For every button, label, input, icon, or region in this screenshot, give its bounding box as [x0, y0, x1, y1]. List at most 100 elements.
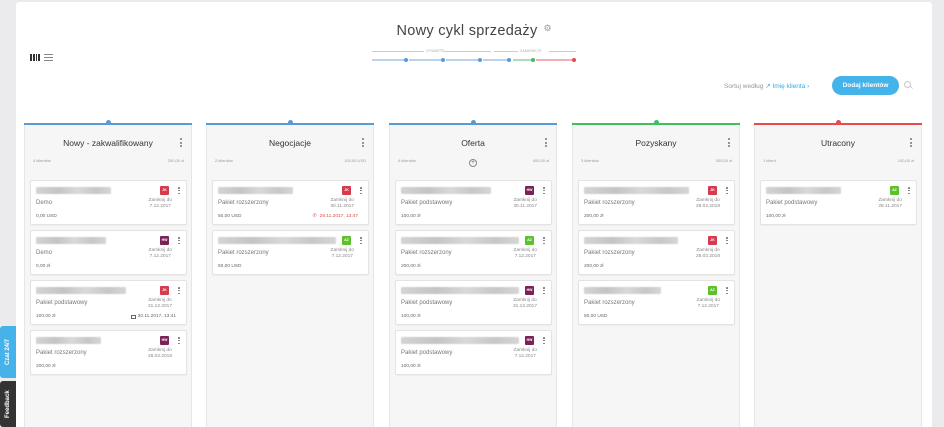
column-menu-icon[interactable]	[545, 138, 547, 147]
card-product: Pakiet podstawowy	[401, 300, 453, 306]
add-card-icon[interactable]: +	[469, 159, 477, 167]
deal-card[interactable]: HW Demo Zamknij do 7.12.2017 0,00 zł	[30, 230, 187, 275]
column-color-bar	[572, 120, 740, 125]
owner-badge: JK	[160, 186, 169, 195]
deal-card[interactable]: JK Pakiet rozszerzony Zamknij do 28.02.20…	[578, 180, 735, 225]
close-date-value: 31.12.2017	[147, 304, 172, 309]
card-close-date: Zamknij do 7.12.2017	[331, 248, 354, 260]
card-value: 200,00 zł	[584, 264, 604, 269]
list-view-icon[interactable]	[44, 54, 53, 61]
stage-segment	[513, 57, 535, 62]
deal-card[interactable]: HW Pakiet podstawowy Zamknij do 30.11.201…	[395, 180, 552, 225]
client-name-blurred[interactable]	[584, 237, 678, 244]
client-name-blurred[interactable]	[584, 287, 661, 294]
card-value: 100,00 zł	[36, 314, 56, 319]
client-name-blurred[interactable]	[401, 187, 491, 194]
deal-card[interactable]: AZ Pakiet podstawowy Zamknij do 28.11.201…	[760, 180, 917, 225]
deal-card[interactable]: JK Pakiet podstawowy Zamknij do 31.12.201…	[30, 280, 187, 325]
feedback-tab[interactable]: Feedback	[0, 381, 16, 427]
stage-label-open: OTWARTE	[426, 49, 445, 53]
card-product: Demo	[36, 250, 53, 256]
owner-badge: HW	[525, 186, 534, 195]
column-dot	[653, 120, 659, 125]
card-menu-icon[interactable]	[543, 187, 545, 195]
deal-card[interactable]: JK Demo Zamknij do 7.12.2017 0,00 USD	[30, 180, 187, 225]
column-menu-icon[interactable]	[180, 138, 182, 147]
client-name-blurred[interactable]	[584, 187, 689, 194]
kanban-view-icon[interactable]	[30, 54, 40, 61]
column-sum: 100,00 zł	[897, 158, 914, 163]
gear-icon[interactable]: ⚙	[544, 24, 552, 33]
close-date-value: 7.12.2017	[514, 354, 536, 359]
card-menu-icon[interactable]	[178, 337, 180, 345]
card-menu-icon[interactable]	[543, 237, 545, 245]
column-title: Pozyskany	[635, 138, 677, 148]
card-menu-icon[interactable]	[178, 237, 180, 245]
stage-label-closed: ZAMKNIĘTE	[520, 49, 542, 53]
card-product: Pakiet rozszerzony	[36, 350, 87, 356]
client-name-blurred[interactable]	[401, 237, 519, 244]
client-name-blurred[interactable]	[766, 187, 841, 194]
owner-badge: AZ	[708, 286, 717, 295]
card-menu-icon[interactable]	[908, 187, 910, 195]
column-menu-icon[interactable]	[728, 138, 730, 147]
owner-badge: HW	[525, 336, 534, 345]
card-activity: ✆ 28.11.2017, 13:47	[313, 214, 358, 220]
client-name-blurred[interactable]	[218, 237, 336, 244]
card-value: 200,00 zł	[36, 364, 56, 369]
column-dot	[470, 120, 476, 125]
card-menu-icon[interactable]	[360, 237, 362, 245]
deal-card[interactable]: AZ Pakiet rozszerzony Zamknij do 7.12.201…	[578, 280, 735, 325]
deal-card[interactable]: HW Pakiet rozszerzony Zamknij do 28.02.20…	[30, 330, 187, 375]
pipeline-column: Oferta 4 klientów 400,00 zł + HW Pakiet pod…	[389, 120, 557, 427]
deal-card[interactable]: AZ Pakiet rozszerzony Zamknij do 7.12.201…	[212, 230, 369, 275]
sort-value-link[interactable]: ↗ Imię klienta ›	[765, 83, 809, 90]
column-menu-icon[interactable]	[362, 138, 364, 147]
pipeline-column: Utracony 1 klient 100,00 zł AZ Pakiet pods…	[754, 120, 922, 427]
client-name-blurred[interactable]	[36, 187, 111, 194]
close-date-value: 28.11.2017	[878, 204, 902, 209]
stage-segment	[483, 57, 511, 62]
card-menu-icon[interactable]	[543, 337, 545, 345]
add-clients-button[interactable]: Dodaj klientów	[832, 76, 899, 95]
card-menu-icon[interactable]	[543, 287, 545, 295]
column-color-bar	[206, 120, 374, 125]
card-product: Demo	[36, 200, 53, 206]
deal-card[interactable]: HW Pakiet podstawowy Zamknij do 7.12.2017…	[395, 330, 552, 375]
card-value: 100,00 zł	[401, 314, 421, 319]
sort-control[interactable]: Sortuj według ↗ Imię klienta ›	[724, 82, 809, 90]
column-count: 2 klientów	[215, 158, 233, 163]
card-value: 200,00 zł	[401, 264, 421, 269]
card-product: Pakiet podstawowy	[401, 350, 453, 356]
card-menu-icon[interactable]	[726, 287, 728, 295]
column-sum: 300,00 zł	[715, 158, 732, 163]
client-name-blurred[interactable]	[36, 337, 101, 344]
page-title: Nowy cykl sprzedaży	[396, 23, 538, 39]
card-close-date: Zamknij do 7.12.2017	[514, 248, 537, 260]
client-name-blurred[interactable]	[36, 237, 106, 244]
deal-card[interactable]: AZ Pakiet rozszerzony Zamknij do 7.12.201…	[395, 230, 552, 275]
client-name-blurred[interactable]	[401, 287, 519, 294]
card-menu-icon[interactable]	[178, 287, 180, 295]
column-count: 4 klientów	[398, 158, 416, 163]
card-menu-icon[interactable]	[726, 187, 728, 195]
stage-line-closed-right	[549, 51, 576, 52]
close-date-value: 28.02.2018	[695, 204, 720, 209]
card-menu-icon[interactable]	[726, 237, 728, 245]
card-menu-icon[interactable]	[360, 187, 362, 195]
card-product: Pakiet rozszerzony	[584, 300, 635, 306]
client-name-blurred[interactable]	[401, 337, 519, 344]
card-menu-icon[interactable]	[178, 187, 180, 195]
close-date-value: 28.02.2018	[695, 254, 720, 259]
chat-tab[interactable]: Czat 24/7	[0, 326, 16, 378]
deal-card[interactable]: JK Pakiet rozszerzony Zamknij do 28.02.20…	[578, 230, 735, 275]
owner-badge: JK	[708, 236, 717, 245]
column-menu-icon[interactable]	[910, 138, 912, 147]
client-name-blurred[interactable]	[36, 287, 126, 294]
deal-card[interactable]: HW Pakiet podstawowy Zamknij do 31.12.201…	[395, 280, 552, 325]
pipeline-page: Nowy cykl sprzedaży ⚙ OTWARTE ZAMKNIĘTE S…	[16, 2, 932, 427]
card-close-date: Zamknij do 28.11.2017	[878, 198, 902, 210]
deal-card[interactable]: JK Pakiet rozszerzony Zamknij do 30.11.20…	[212, 180, 369, 225]
client-name-blurred[interactable]	[218, 187, 293, 194]
search-icon[interactable]	[904, 81, 911, 88]
